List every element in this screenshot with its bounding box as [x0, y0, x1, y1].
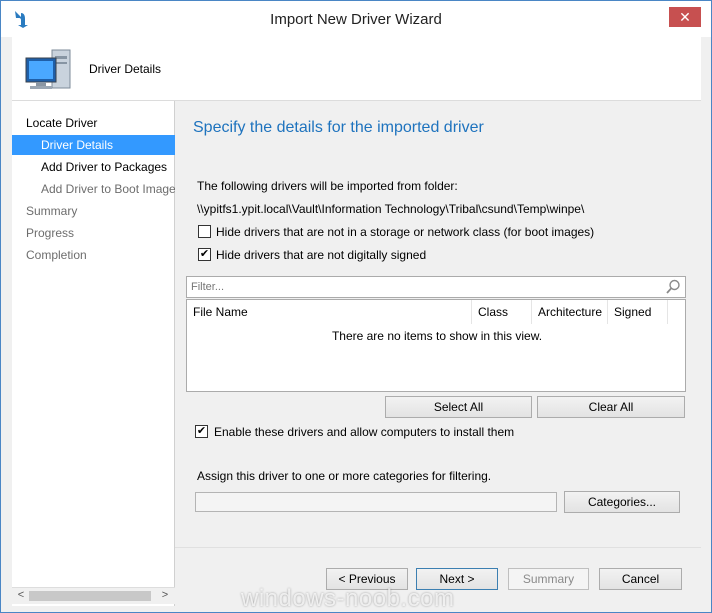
categories-button[interactable]: Categories... [564, 491, 680, 513]
nav-step-progress[interactable]: Progress [12, 223, 175, 243]
wizard-header: Driver Details [12, 37, 701, 101]
nav-step-locate-driver[interactable]: Locate Driver [12, 113, 175, 133]
nav-step-driver-details[interactable]: Driver Details [12, 135, 175, 155]
watermark-text: windows-noob.com [241, 585, 455, 612]
column-header-class[interactable]: Class [472, 300, 532, 324]
close-button[interactable]: ✕ [669, 7, 701, 27]
hide-unsigned-checkbox[interactable]: ✔ [198, 248, 211, 261]
nav-horizontal-scrollbar[interactable]: < > [12, 587, 175, 604]
check-icon: ✔ [196, 425, 207, 437]
folder-path: \\ypitfs1.ypit.local\Vault\Information T… [197, 202, 585, 216]
select-all-button[interactable]: Select All [385, 396, 532, 418]
page-heading: Specify the details for the imported dri… [193, 119, 484, 136]
filter-box [186, 276, 686, 298]
header-title: Driver Details [89, 62, 162, 76]
categories-field [195, 492, 557, 512]
column-header-file-name[interactable]: File Name [187, 300, 472, 324]
summary-button: Summary [508, 568, 589, 590]
nav-step-label: Progress [26, 226, 75, 240]
window-title: Import New Driver Wizard [270, 11, 442, 28]
wizard-steps-nav: Locate Driver Driver Details Add Driver … [12, 101, 175, 606]
title-bar: Import New Driver Wizard ✕ [1, 1, 711, 37]
hide-non-storage-checkbox[interactable] [198, 225, 211, 238]
check-icon: ✔ [199, 248, 210, 260]
nav-step-add-driver-to-packages[interactable]: Add Driver to Packages [12, 157, 175, 177]
column-header-signed[interactable]: Signed [608, 300, 668, 324]
nav-step-label: Driver Details [41, 138, 114, 152]
hide-unsigned-label: Hide drivers that are not digitally sign… [216, 248, 427, 262]
hide-non-storage-label: Hide drivers that are not in a storage o… [216, 225, 595, 239]
cancel-button[interactable]: Cancel [599, 568, 682, 590]
nav-step-add-driver-to-boot-images[interactable]: Add Driver to Boot Images [12, 179, 175, 199]
empty-list-message: There are no items to show in this view. [331, 329, 543, 343]
wizard-window: Import New Driver Wizard ✕ Driver Detail… [0, 0, 712, 613]
nav-step-summary[interactable]: Summary [12, 201, 175, 221]
nav-step-label: Add Driver to Packages [41, 160, 168, 174]
categories-label: Assign this driver to one or more catego… [197, 469, 492, 483]
nav-step-label: Locate Driver [26, 116, 98, 130]
scroll-right-icon[interactable]: > [158, 589, 172, 601]
filter-input[interactable] [191, 280, 661, 294]
driver-list[interactable]: File Name Class Architecture Signed Ther… [186, 299, 686, 392]
search-icon[interactable] [665, 279, 681, 295]
nav-step-completion[interactable]: Completion [12, 245, 175, 265]
computer-icon [25, 49, 71, 89]
scrollbar-thumb[interactable] [29, 591, 151, 601]
clear-all-button[interactable]: Clear All [537, 396, 685, 418]
nav-step-label: Add Driver to Boot Images [41, 182, 175, 196]
scroll-left-icon[interactable]: < [14, 589, 28, 601]
nav-step-label: Completion [26, 248, 87, 262]
enable-drivers-label: Enable these drivers and allow computers… [214, 425, 515, 439]
nav-step-label: Summary [26, 204, 78, 218]
footer-divider [175, 547, 701, 548]
column-header-architecture[interactable]: Architecture [532, 300, 608, 324]
enable-drivers-checkbox[interactable]: ✔ [195, 425, 208, 438]
folder-label: The following drivers will be imported f… [197, 179, 458, 193]
